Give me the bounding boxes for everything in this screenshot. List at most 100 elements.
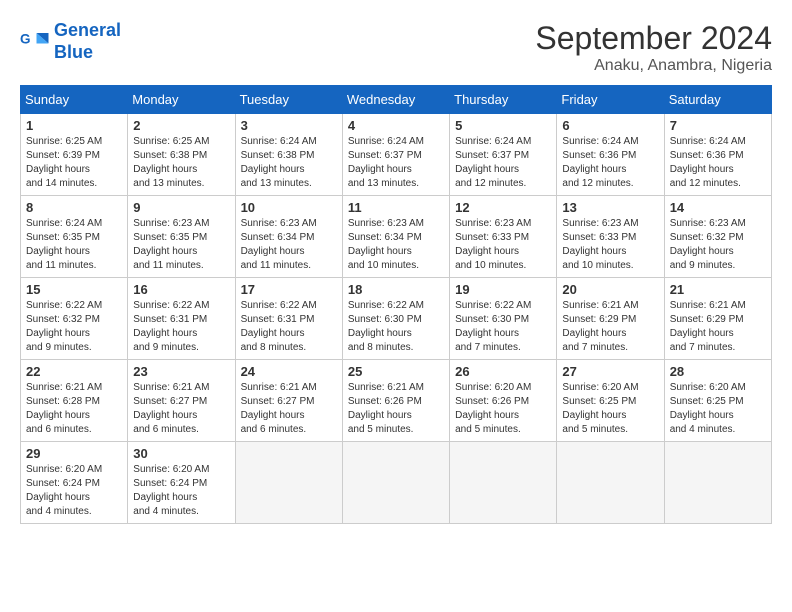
table-cell xyxy=(664,442,771,524)
table-cell: 28 Sunrise: 6:20 AM Sunset: 6:25 PM Dayl… xyxy=(664,360,771,442)
day-number: 7 xyxy=(670,118,766,133)
day-number: 6 xyxy=(562,118,658,133)
table-cell: 4 Sunrise: 6:24 AM Sunset: 6:37 PM Dayli… xyxy=(342,114,449,196)
day-number: 3 xyxy=(241,118,337,133)
subtitle: Anaku, Anambra, Nigeria xyxy=(535,57,772,75)
day-info: Sunrise: 6:22 AM Sunset: 6:30 PM Dayligh… xyxy=(348,299,444,355)
day-number: 13 xyxy=(562,200,658,215)
table-cell: 11 Sunrise: 6:23 AM Sunset: 6:34 PM Dayl… xyxy=(342,196,449,278)
day-info: Sunrise: 6:23 AM Sunset: 6:34 PM Dayligh… xyxy=(241,217,337,273)
logo: G General Blue xyxy=(20,20,121,63)
day-info: Sunrise: 6:24 AM Sunset: 6:35 PM Dayligh… xyxy=(26,217,122,273)
table-cell: 8 Sunrise: 6:24 AM Sunset: 6:35 PM Dayli… xyxy=(21,196,128,278)
day-number: 16 xyxy=(133,282,229,297)
table-cell xyxy=(557,442,664,524)
logo-icon: G xyxy=(20,27,50,57)
day-number: 26 xyxy=(455,364,551,379)
col-sunday: Sunday xyxy=(21,86,128,114)
day-info: Sunrise: 6:20 AM Sunset: 6:24 PM Dayligh… xyxy=(133,463,229,519)
day-number: 29 xyxy=(26,446,122,461)
day-number: 1 xyxy=(26,118,122,133)
table-cell xyxy=(235,442,342,524)
day-info: Sunrise: 6:22 AM Sunset: 6:32 PM Dayligh… xyxy=(26,299,122,355)
day-info: Sunrise: 6:23 AM Sunset: 6:34 PM Dayligh… xyxy=(348,217,444,273)
day-info: Sunrise: 6:24 AM Sunset: 6:36 PM Dayligh… xyxy=(670,135,766,191)
day-number: 11 xyxy=(348,200,444,215)
table-cell: 7 Sunrise: 6:24 AM Sunset: 6:36 PM Dayli… xyxy=(664,114,771,196)
day-info: Sunrise: 6:20 AM Sunset: 6:25 PM Dayligh… xyxy=(562,381,658,437)
day-info: Sunrise: 6:21 AM Sunset: 6:28 PM Dayligh… xyxy=(26,381,122,437)
calendar-row: 15 Sunrise: 6:22 AM Sunset: 6:32 PM Dayl… xyxy=(21,278,772,360)
day-number: 27 xyxy=(562,364,658,379)
day-number: 17 xyxy=(241,282,337,297)
table-cell: 29 Sunrise: 6:20 AM Sunset: 6:24 PM Dayl… xyxy=(21,442,128,524)
day-number: 12 xyxy=(455,200,551,215)
day-number: 9 xyxy=(133,200,229,215)
table-cell: 14 Sunrise: 6:23 AM Sunset: 6:32 PM Dayl… xyxy=(664,196,771,278)
table-cell: 21 Sunrise: 6:21 AM Sunset: 6:29 PM Dayl… xyxy=(664,278,771,360)
day-number: 5 xyxy=(455,118,551,133)
day-info: Sunrise: 6:20 AM Sunset: 6:25 PM Dayligh… xyxy=(670,381,766,437)
logo-text: General Blue xyxy=(54,20,121,63)
day-info: Sunrise: 6:22 AM Sunset: 6:31 PM Dayligh… xyxy=(241,299,337,355)
table-cell: 12 Sunrise: 6:23 AM Sunset: 6:33 PM Dayl… xyxy=(450,196,557,278)
day-number: 25 xyxy=(348,364,444,379)
day-info: Sunrise: 6:24 AM Sunset: 6:37 PM Dayligh… xyxy=(455,135,551,191)
day-number: 15 xyxy=(26,282,122,297)
table-cell: 25 Sunrise: 6:21 AM Sunset: 6:26 PM Dayl… xyxy=(342,360,449,442)
table-cell: 1 Sunrise: 6:25 AM Sunset: 6:39 PM Dayli… xyxy=(21,114,128,196)
col-friday: Friday xyxy=(557,86,664,114)
day-info: Sunrise: 6:22 AM Sunset: 6:31 PM Dayligh… xyxy=(133,299,229,355)
table-cell: 18 Sunrise: 6:22 AM Sunset: 6:30 PM Dayl… xyxy=(342,278,449,360)
calendar-table: Sunday Monday Tuesday Wednesday Thursday… xyxy=(20,85,772,524)
day-number: 2 xyxy=(133,118,229,133)
day-number: 30 xyxy=(133,446,229,461)
calendar-row: 8 Sunrise: 6:24 AM Sunset: 6:35 PM Dayli… xyxy=(21,196,772,278)
page-header: G General Blue September 2024 Anaku, Ana… xyxy=(20,20,772,75)
day-info: Sunrise: 6:23 AM Sunset: 6:33 PM Dayligh… xyxy=(562,217,658,273)
table-cell: 16 Sunrise: 6:22 AM Sunset: 6:31 PM Dayl… xyxy=(128,278,235,360)
calendar-row: 22 Sunrise: 6:21 AM Sunset: 6:28 PM Dayl… xyxy=(21,360,772,442)
table-cell: 19 Sunrise: 6:22 AM Sunset: 6:30 PM Dayl… xyxy=(450,278,557,360)
day-info: Sunrise: 6:20 AM Sunset: 6:26 PM Dayligh… xyxy=(455,381,551,437)
day-info: Sunrise: 6:21 AM Sunset: 6:26 PM Dayligh… xyxy=(348,381,444,437)
day-info: Sunrise: 6:23 AM Sunset: 6:35 PM Dayligh… xyxy=(133,217,229,273)
table-cell: 13 Sunrise: 6:23 AM Sunset: 6:33 PM Dayl… xyxy=(557,196,664,278)
day-info: Sunrise: 6:24 AM Sunset: 6:37 PM Dayligh… xyxy=(348,135,444,191)
table-cell: 2 Sunrise: 6:25 AM Sunset: 6:38 PM Dayli… xyxy=(128,114,235,196)
table-cell: 5 Sunrise: 6:24 AM Sunset: 6:37 PM Dayli… xyxy=(450,114,557,196)
day-info: Sunrise: 6:20 AM Sunset: 6:24 PM Dayligh… xyxy=(26,463,122,519)
col-thursday: Thursday xyxy=(450,86,557,114)
col-wednesday: Wednesday xyxy=(342,86,449,114)
day-number: 24 xyxy=(241,364,337,379)
table-cell: 6 Sunrise: 6:24 AM Sunset: 6:36 PM Dayli… xyxy=(557,114,664,196)
table-cell: 10 Sunrise: 6:23 AM Sunset: 6:34 PM Dayl… xyxy=(235,196,342,278)
calendar-header-row: Sunday Monday Tuesday Wednesday Thursday… xyxy=(21,86,772,114)
day-number: 18 xyxy=(348,282,444,297)
table-cell: 27 Sunrise: 6:20 AM Sunset: 6:25 PM Dayl… xyxy=(557,360,664,442)
table-cell xyxy=(342,442,449,524)
day-number: 23 xyxy=(133,364,229,379)
day-info: Sunrise: 6:24 AM Sunset: 6:36 PM Dayligh… xyxy=(562,135,658,191)
day-number: 28 xyxy=(670,364,766,379)
day-info: Sunrise: 6:23 AM Sunset: 6:32 PM Dayligh… xyxy=(670,217,766,273)
col-tuesday: Tuesday xyxy=(235,86,342,114)
day-number: 19 xyxy=(455,282,551,297)
day-info: Sunrise: 6:25 AM Sunset: 6:38 PM Dayligh… xyxy=(133,135,229,191)
day-number: 8 xyxy=(26,200,122,215)
day-info: Sunrise: 6:24 AM Sunset: 6:38 PM Dayligh… xyxy=(241,135,337,191)
table-cell: 22 Sunrise: 6:21 AM Sunset: 6:28 PM Dayl… xyxy=(21,360,128,442)
day-info: Sunrise: 6:21 AM Sunset: 6:27 PM Dayligh… xyxy=(133,381,229,437)
month-title: September 2024 xyxy=(535,20,772,57)
col-saturday: Saturday xyxy=(664,86,771,114)
table-cell: 24 Sunrise: 6:21 AM Sunset: 6:27 PM Dayl… xyxy=(235,360,342,442)
day-number: 21 xyxy=(670,282,766,297)
table-cell: 20 Sunrise: 6:21 AM Sunset: 6:29 PM Dayl… xyxy=(557,278,664,360)
day-info: Sunrise: 6:25 AM Sunset: 6:39 PM Dayligh… xyxy=(26,135,122,191)
title-section: September 2024 Anaku, Anambra, Nigeria xyxy=(535,20,772,75)
day-number: 4 xyxy=(348,118,444,133)
calendar-row: 29 Sunrise: 6:20 AM Sunset: 6:24 PM Dayl… xyxy=(21,442,772,524)
table-cell: 3 Sunrise: 6:24 AM Sunset: 6:38 PM Dayli… xyxy=(235,114,342,196)
day-number: 20 xyxy=(562,282,658,297)
table-cell: 30 Sunrise: 6:20 AM Sunset: 6:24 PM Dayl… xyxy=(128,442,235,524)
